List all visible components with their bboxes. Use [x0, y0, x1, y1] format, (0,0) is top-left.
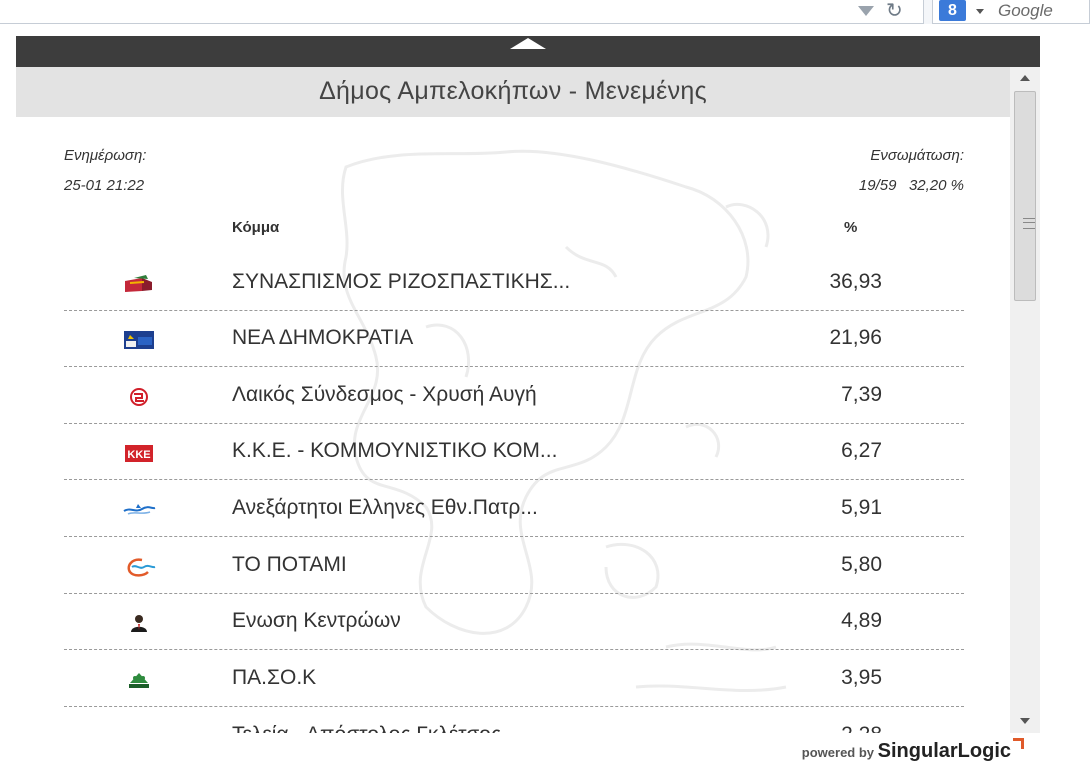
scrollbar[interactable] — [1010, 67, 1040, 733]
scroll-down-icon[interactable] — [1020, 718, 1030, 724]
svg-text:ΚΚΕ: ΚΚΕ — [127, 449, 150, 461]
search-engine-dropdown-icon[interactable] — [976, 9, 984, 14]
table-row[interactable]: ΝΕΑ ΔΗΜΟΚΡΑΤΙΑ 21,96 — [64, 319, 964, 375]
table-row[interactable]: Ανεξάρτητοι Ελληνες Εθν.Πατρ... 5,91 — [64, 489, 964, 545]
party-name: Ανεξάρτητοι Ελληνες Εθν.Πατρ... — [232, 496, 538, 519]
column-header-percent: % — [844, 219, 858, 236]
progress-label: Ενσωμάτωση: — [870, 147, 964, 164]
row-divider — [64, 649, 964, 650]
update-value: 25-01 21:22 — [64, 177, 145, 194]
party-percent: 36,93 — [829, 270, 882, 293]
pasok-logo-icon — [129, 673, 149, 688]
powered-by-label: powered by — [801, 745, 875, 760]
title-bar: Δήμος Αμπελοκήπων - Μενεμένης — [16, 67, 1010, 117]
address-dropdown-icon[interactable] — [858, 6, 874, 16]
kke-logo-icon: ΚΚΕ — [125, 445, 153, 462]
row-divider — [64, 366, 964, 367]
row-divider — [64, 536, 964, 537]
address-bar[interactable] — [0, 0, 924, 24]
party-percent: 7,39 — [841, 383, 882, 406]
golden-dawn-logo-icon — [130, 388, 148, 406]
column-header-party: Κόμμα — [232, 219, 280, 236]
row-divider — [64, 479, 964, 480]
table-row[interactable]: ΤΟ ΠΟΤΑΜΙ 5,80 — [64, 546, 964, 602]
table-row[interactable]: ΣΥΝΑΣΠΙΣΜΟΣ ΡΙΖΟΣΠΑΣΤΙΚΗΣ... 36,93 — [64, 263, 964, 319]
party-percent: 21,96 — [829, 326, 882, 349]
page-title: Δήμος Αμπελοκήπων - Μενεμένης — [319, 77, 707, 105]
enosi-kentroon-logo-icon — [131, 615, 147, 632]
party-percent: 4,89 — [841, 609, 882, 632]
party-name: Κ.Κ.Ε. - ΚΟΜΜΟΥΝΙΣΤΙΚΟ ΚΟΜ... — [232, 439, 558, 462]
party-percent: 3,95 — [841, 666, 882, 689]
table-row[interactable]: Λαικός Σύνδεσμος - Χρυσή Αυγή 7,39 — [64, 376, 964, 432]
party-percent: 2,28 — [841, 723, 882, 733]
potami-logo-icon — [127, 558, 156, 577]
party-name: ΝΕΑ ΔΗΜΟΚΡΑΤΙΑ — [232, 326, 414, 349]
collapse-arrow-icon[interactable] — [510, 38, 546, 49]
party-name: ΠΑ.ΣΟ.Κ — [232, 666, 317, 689]
row-divider — [64, 310, 964, 311]
party-percent: 6,27 — [841, 439, 882, 462]
progress-percent: 32,20 % — [908, 177, 964, 194]
table-row[interactable]: ΚΚΕ Κ.Κ.Ε. - ΚΟΜΜΟΥΝΙΣΤΙΚΟ ΚΟΜ... 6,27 — [64, 432, 964, 488]
scroll-up-icon[interactable] — [1020, 75, 1030, 81]
results-panel: Δήμος Αμπελοκήπων - Μενεμένης Ενημέρωση:… — [16, 67, 1040, 733]
party-name: Ενωση Κεντρώων — [232, 609, 401, 632]
party-name: ΣΥΝΑΣΠΙΣΜΟΣ ΡΙΖΟΣΠΑΣΤΙΚΗΣ... — [232, 270, 571, 293]
party-percent: 5,91 — [841, 496, 882, 519]
update-label: Ενημέρωση: — [64, 147, 147, 164]
table-row[interactable]: Τελεία - Απόστολος Γκλέτσος 2,28 — [64, 716, 964, 733]
row-divider — [64, 593, 964, 594]
syriza-logo-icon — [125, 275, 152, 292]
table-row[interactable]: Ενωση Κεντρώων 4,89 — [64, 602, 964, 658]
brand-name: SingularLogic — [877, 740, 1011, 762]
table-row[interactable]: ΠΑ.ΣΟ.Κ 3,95 — [64, 659, 964, 715]
reload-icon[interactable]: ↻ — [886, 0, 903, 22]
party-name: Τελεία - Απόστολος Γκλέτσος — [232, 723, 501, 733]
teleia-logo-icon — [122, 726, 156, 733]
party-percent: 5,80 — [841, 553, 882, 576]
grip-icon — [1023, 218, 1035, 229]
google-plus-icon[interactable]: 8 — [939, 0, 966, 21]
party-name: ΤΟ ΠΟΤΑΜΙ — [232, 553, 347, 576]
row-divider — [64, 423, 964, 424]
row-divider — [64, 706, 964, 707]
progress-count: 19/59 — [858, 177, 897, 194]
anel-logo-icon — [123, 504, 156, 515]
browser-toolbar: ↻ 8 Google — [0, 0, 1090, 24]
footer: powered by SingularLogic — [16, 733, 1040, 767]
powered-by[interactable]: powered by SingularLogic — [801, 738, 1024, 763]
brand-mark-icon — [1013, 738, 1024, 749]
nd-logo-icon — [124, 331, 154, 349]
party-name: Λαικός Σύνδεσμος - Χρυσή Αυγή — [232, 383, 537, 406]
scroll-thumb[interactable] — [1014, 91, 1036, 301]
search-engine-label[interactable]: Google — [998, 1, 1053, 21]
progress-value: 19/59 32,20 % — [859, 177, 964, 194]
